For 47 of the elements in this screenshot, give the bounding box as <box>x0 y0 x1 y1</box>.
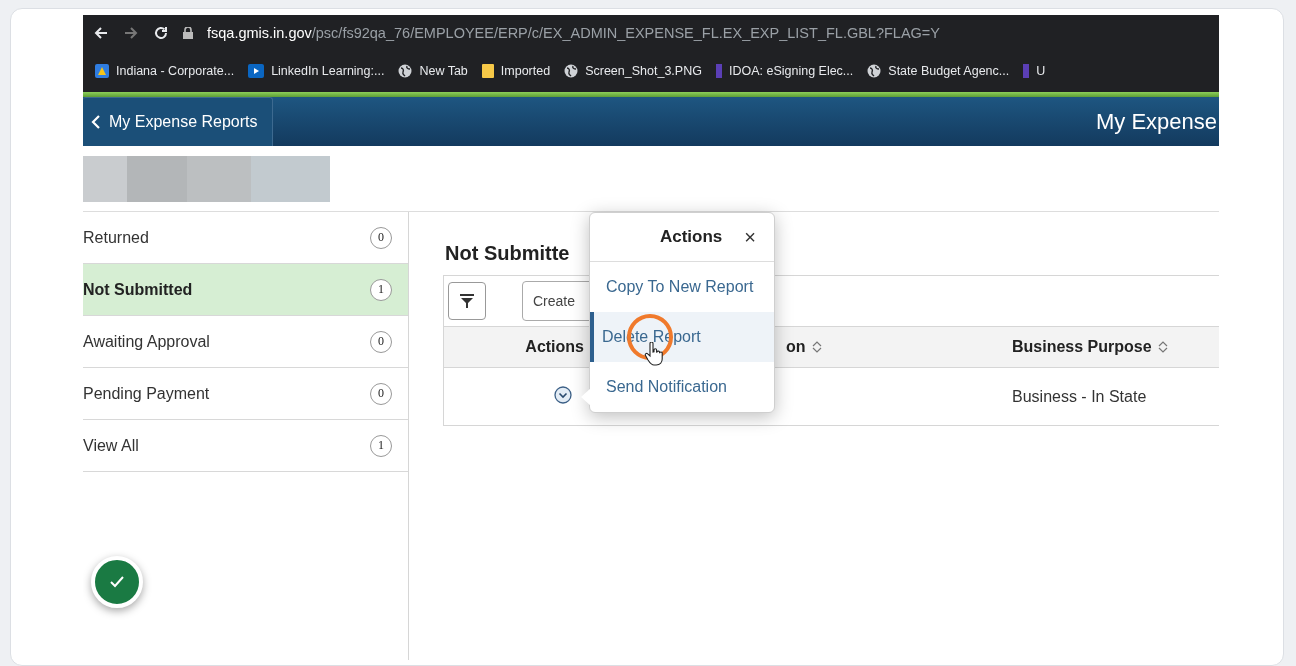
address-bar[interactable]: fsqa.gmis.in.gov/psc/fs92qa_76/EMPLOYEE/ERP/c/EX_ADMIN_EXPENSE_FL.EX_EXP_LIST_FL.GBL?FLAG=Y <box>207 25 940 41</box>
folder-icon <box>481 64 494 78</box>
bookmark[interactable]: Imported <box>481 64 551 78</box>
sidebar-item[interactable]: Pending Payment 0 <box>83 368 408 420</box>
sidebar-item[interactable]: Awaiting Approval 0 <box>83 316 408 368</box>
close-button[interactable]: × <box>744 225 756 249</box>
back-button[interactable]: My Expense Reports <box>83 97 273 146</box>
count-badge: 1 <box>370 278 392 301</box>
play-icon <box>248 64 265 78</box>
back-icon[interactable] <box>93 25 109 41</box>
bookmark[interactable]: LinkedIn Learning:... <box>248 64 385 78</box>
bookmark-icon <box>715 64 722 78</box>
globe-icon <box>564 64 579 78</box>
count-badge: 1 <box>370 434 392 457</box>
filter-button[interactable] <box>448 282 486 320</box>
bookmark[interactable]: New Tab <box>398 64 468 78</box>
chevron-down-icon[interactable] <box>554 385 572 404</box>
count-badge: 0 <box>370 382 392 405</box>
page-title: My Expense <box>1095 108 1218 135</box>
column-header[interactable]: Actions <box>525 338 590 356</box>
bookmark[interactable]: Indiana - Corporate... <box>95 64 235 78</box>
bookmark[interactable]: Screen_Shot_3.PNG <box>564 64 702 78</box>
forward-icon[interactable] <box>123 25 139 41</box>
bookmark[interactable]: IDOA: eSigning Elec... <box>715 64 854 78</box>
lock-icon <box>183 27 193 39</box>
menu-item[interactable]: Copy To New Report <box>590 262 774 312</box>
bookmark-icon <box>1023 64 1030 78</box>
column-header[interactable]: Business Purpose <box>1008 338 1219 356</box>
table-cell-text: Business - In State <box>1011 387 1148 406</box>
bookmark[interactable]: U <box>1023 64 1046 78</box>
reload-icon[interactable] <box>153 25 169 41</box>
count-badge: 0 <box>370 330 392 353</box>
sidebar-item[interactable]: Not Submitted 1 <box>83 264 408 316</box>
sidebar-item[interactable]: View All 1 <box>83 420 408 472</box>
checkmark-icon <box>110 576 124 588</box>
sort-icon[interactable] <box>811 341 822 353</box>
popup-title: Actions <box>659 227 723 247</box>
count-badge: 0 <box>370 226 392 249</box>
bookmark[interactable]: State Budget Agenc... <box>867 64 1010 78</box>
menu-item[interactable]: Send Notification <box>590 362 774 412</box>
globe-icon <box>867 64 882 78</box>
filter-icon <box>460 294 474 308</box>
globe-icon <box>398 64 413 78</box>
section-heading: Not Submitte <box>445 242 571 265</box>
app-icon <box>95 64 109 78</box>
sort-icon[interactable] <box>1157 341 1168 353</box>
chevron-left-icon <box>91 115 101 129</box>
